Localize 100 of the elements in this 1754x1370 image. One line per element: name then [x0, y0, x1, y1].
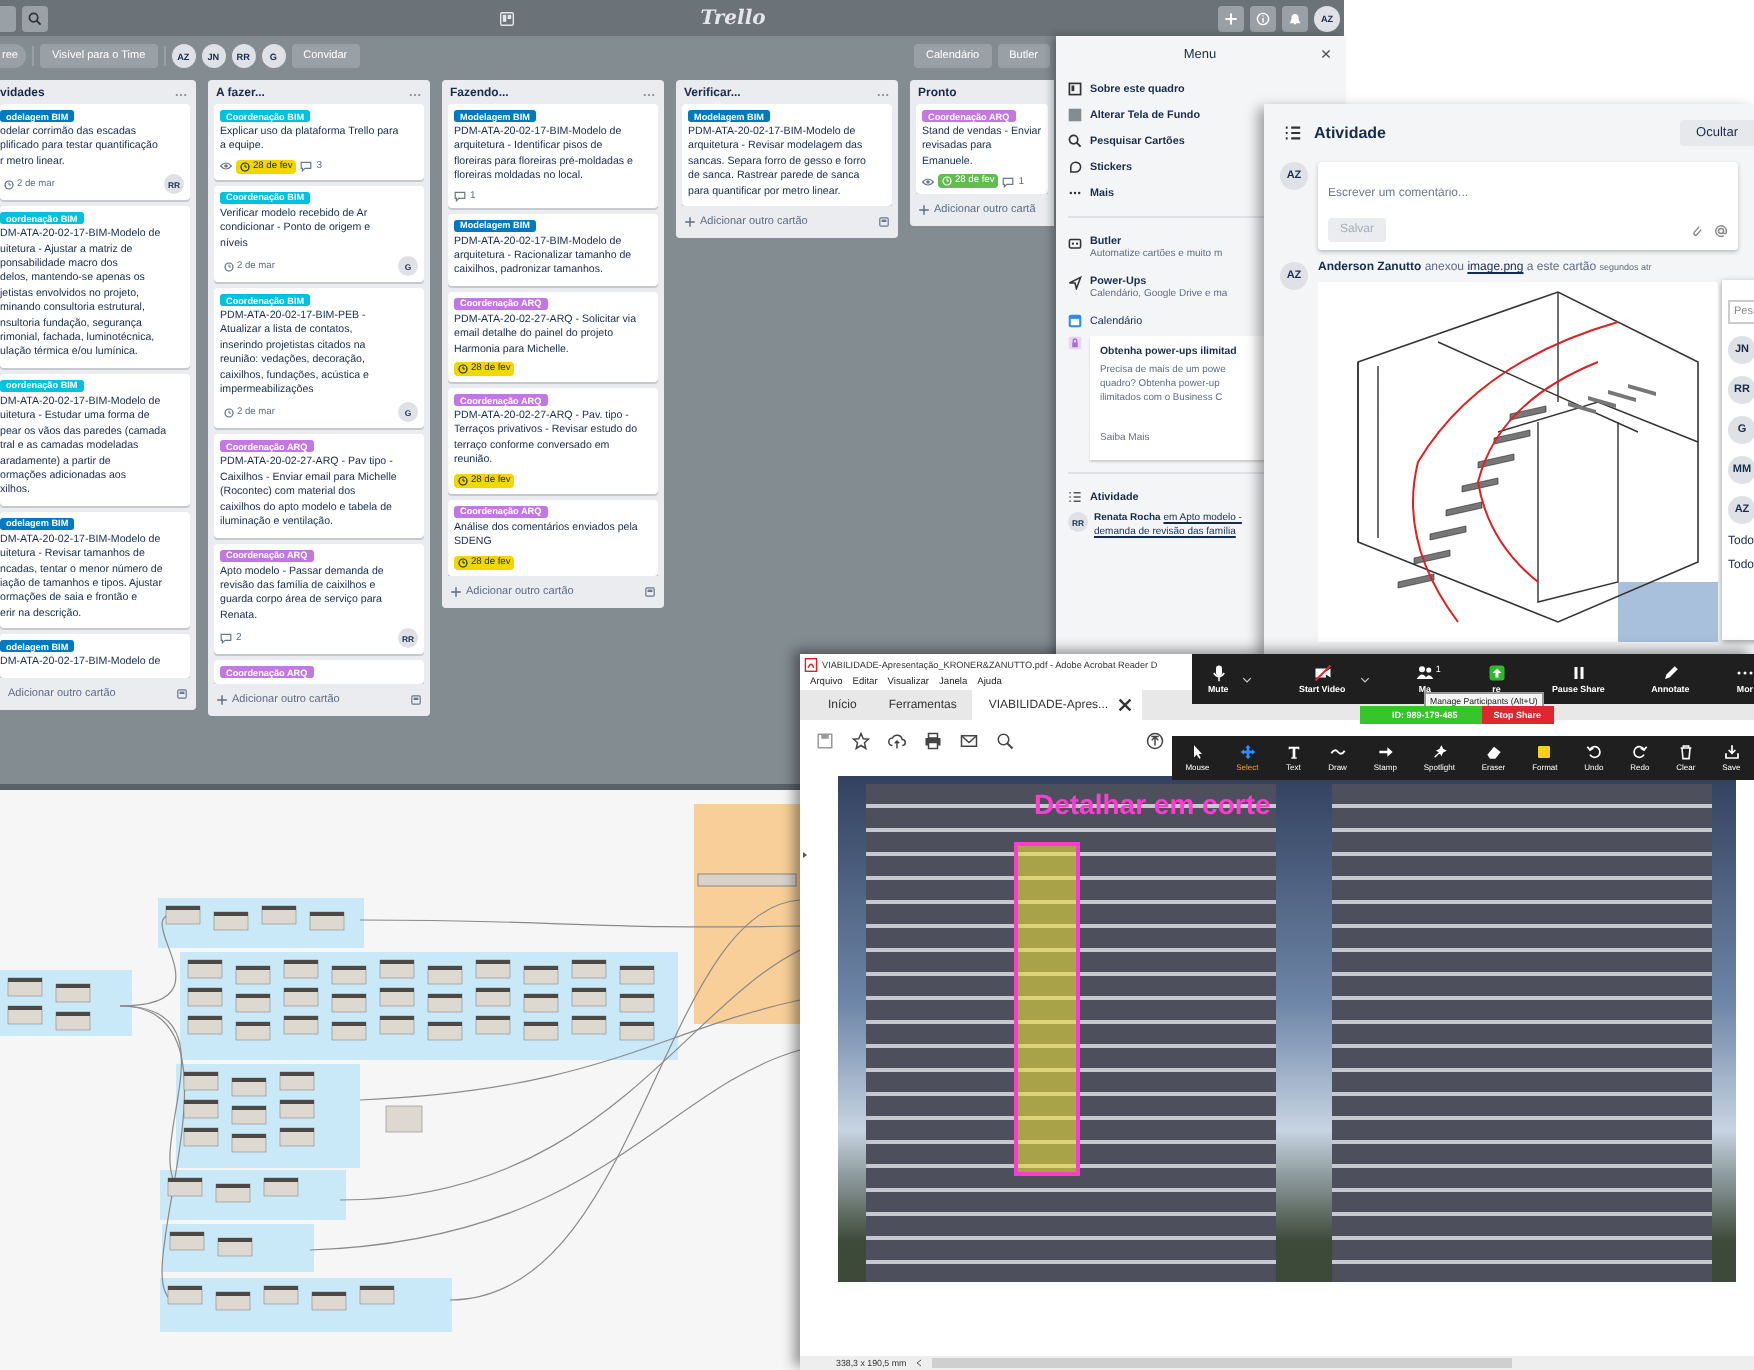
graph-node[interactable]	[183, 1099, 219, 1119]
graph-node[interactable]	[55, 1011, 91, 1031]
robot-icon	[1068, 236, 1082, 250]
undo-tool-icon	[1585, 744, 1602, 760]
at-sign-icon[interactable]	[1714, 223, 1728, 237]
draw-tool-icon	[1329, 744, 1346, 760]
up-arrow-icon	[1487, 664, 1506, 682]
graph-node[interactable]	[167, 1177, 203, 1197]
graph-node[interactable]	[235, 965, 271, 985]
graph-node[interactable]	[427, 965, 463, 985]
graph-node[interactable]	[523, 965, 559, 985]
graph-node[interactable]	[571, 959, 607, 979]
template-icon[interactable]	[176, 687, 188, 700]
graph-node[interactable]	[331, 993, 367, 1013]
pen-icon	[1661, 664, 1680, 682]
close-icon[interactable]	[1320, 48, 1332, 60]
graph-node[interactable]	[359, 1285, 395, 1305]
app-logo[interactable]: Trello	[700, 7, 766, 29]
graph-node[interactable]	[379, 987, 415, 1007]
graph-node[interactable]	[309, 911, 345, 931]
template-icon[interactable]	[410, 694, 422, 707]
caret-icon[interactable]	[1359, 675, 1370, 683]
mail-icon[interactable]	[960, 731, 978, 749]
graph-node[interactable]	[7, 1005, 43, 1025]
graph-node[interactable]	[475, 987, 511, 1007]
graph-node[interactable]	[167, 1285, 203, 1305]
graph-node[interactable]	[263, 1177, 299, 1197]
save-icon[interactable]	[816, 731, 834, 749]
list-icon	[1284, 124, 1302, 142]
graph-node[interactable]	[379, 1015, 415, 1035]
graph-node[interactable]	[235, 993, 271, 1013]
scroll-left-icon[interactable]	[914, 1358, 925, 1368]
graph-node[interactable]	[215, 1291, 251, 1311]
graph-node[interactable]	[183, 1127, 219, 1147]
graph-node[interactable]	[279, 1127, 315, 1147]
task-card[interactable]	[0, 206, 190, 368]
graph-node[interactable]	[475, 959, 511, 979]
graph-node[interactable]	[231, 1077, 267, 1097]
graph-node[interactable]	[187, 959, 223, 979]
graph-node[interactable]	[165, 905, 201, 925]
upload-icon[interactable]	[1146, 731, 1164, 749]
add-button[interactable]	[1218, 5, 1244, 31]
mouse-tool-icon	[1189, 744, 1206, 760]
graph-node[interactable]	[331, 965, 367, 985]
graph-node[interactable]	[331, 1021, 367, 1041]
save-tool-icon	[1723, 744, 1740, 760]
star-icon[interactable]	[852, 731, 870, 749]
graph-node[interactable]	[523, 1021, 559, 1041]
cloud-upload-icon[interactable]	[888, 731, 906, 749]
graph-node[interactable]	[619, 993, 655, 1013]
info-button[interactable]	[1250, 5, 1276, 31]
graph-node[interactable]	[187, 1015, 223, 1035]
paperclip-icon[interactable]	[1690, 223, 1704, 237]
rocket-icon	[1068, 276, 1082, 290]
board-icon	[1068, 82, 1082, 96]
graph-node[interactable]	[235, 1021, 271, 1041]
graph-node[interactable]	[283, 959, 319, 979]
graph-node[interactable]	[231, 1133, 267, 1153]
caret-icon[interactable]	[1242, 675, 1253, 683]
list-icon	[1068, 490, 1082, 504]
staircase-drawing[interactable]	[1318, 282, 1718, 642]
graph-node[interactable]	[523, 993, 559, 1013]
graph-node[interactable]	[263, 1285, 299, 1305]
print-icon[interactable]	[924, 731, 942, 749]
graph-node[interactable]	[279, 1071, 315, 1091]
graph-node[interactable]	[55, 983, 91, 1003]
graph-node[interactable]	[427, 1021, 463, 1041]
graph-node[interactable]	[427, 993, 463, 1013]
graph-node[interactable]	[183, 1071, 219, 1091]
graph-node[interactable]	[279, 1099, 315, 1119]
graph-node[interactable]	[619, 965, 655, 985]
graph-node[interactable]	[475, 1015, 511, 1035]
microphone-icon	[1209, 664, 1228, 682]
graph-node[interactable]	[169, 1231, 205, 1251]
graph-node[interactable]	[283, 987, 319, 1007]
graph-node[interactable]	[215, 1183, 251, 1203]
plus-icon	[1224, 11, 1238, 25]
notifications-button[interactable]	[1282, 5, 1308, 31]
graph-node[interactable]	[379, 959, 415, 979]
graph-node[interactable]	[213, 911, 249, 931]
graph-node[interactable]	[7, 977, 43, 997]
graph-node[interactable]	[619, 1021, 655, 1041]
graph-node[interactable]	[187, 987, 223, 1007]
graph-node[interactable]	[385, 1105, 423, 1133]
search-button[interactable]	[22, 5, 48, 31]
clear-tool-icon	[1677, 744, 1694, 760]
graph-node[interactable]	[283, 1015, 319, 1035]
graph-node[interactable]	[311, 1291, 347, 1311]
people-icon	[1415, 664, 1434, 682]
search-icon[interactable]	[996, 731, 1014, 749]
graph-node[interactable]	[217, 1237, 253, 1257]
graph-node[interactable]	[231, 1105, 267, 1125]
select-tool-icon	[1239, 744, 1256, 760]
activity-title: Atividade	[1314, 124, 1387, 142]
graph-node[interactable]	[571, 1015, 607, 1035]
graph-node[interactable]	[261, 905, 297, 925]
template-icon[interactable]	[878, 216, 890, 229]
scrollbar[interactable]	[932, 1358, 1513, 1368]
graph-node[interactable]	[571, 987, 607, 1007]
template-icon[interactable]	[644, 585, 656, 597]
